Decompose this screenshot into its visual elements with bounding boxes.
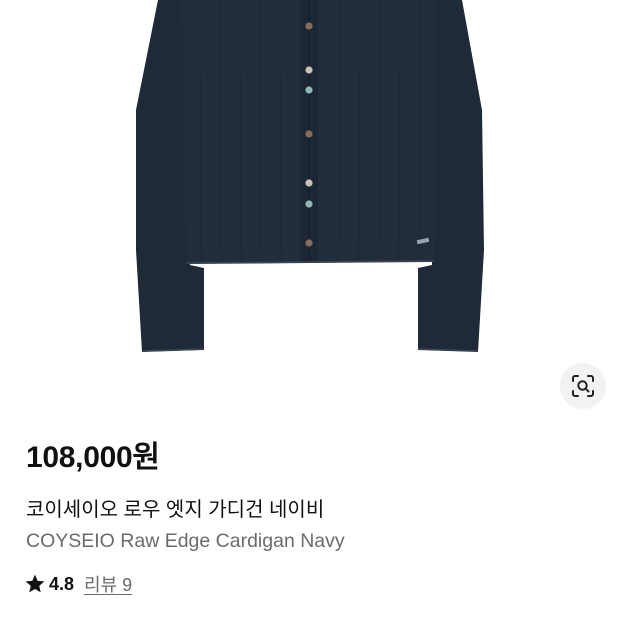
rating-row: 4.8 리뷰 9	[24, 570, 132, 598]
product-name-english: COYSEIO Raw Edge Cardigan Navy	[26, 530, 345, 552]
product-price: 108,000원	[26, 441, 160, 474]
rating-value: 4.8	[49, 573, 75, 594]
star-icon	[25, 574, 45, 593]
image-search-icon	[572, 375, 594, 397]
product-detail-page: 108,000원 코이세이오 로우 엣지 가디건 네이비 COYSEIO Raw…	[0, 0, 620, 620]
image-search-button[interactable]	[560, 363, 606, 409]
review-count-link[interactable]: 리뷰 9	[84, 571, 132, 597]
product-image[interactable]	[0, 0, 620, 410]
product-name-korean: 코이세이오 로우 엣지 가디건 네이비	[26, 499, 325, 521]
